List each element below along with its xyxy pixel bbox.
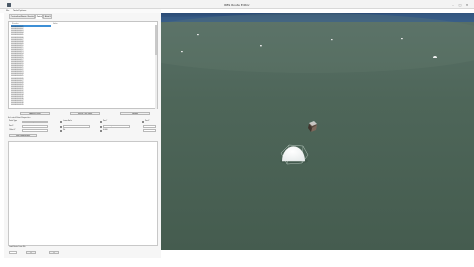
scene-marker[interactable]: [181, 51, 183, 53]
scene-marker[interactable]: [331, 39, 333, 41]
status-button-1[interactable]: 0: [26, 251, 36, 255]
save-field[interactable]: Save: [143, 129, 156, 132]
scene-marker[interactable]: [260, 45, 262, 47]
tab-centreline[interactable]: Centreline/Route (Sections): [9, 14, 35, 19]
offset-z-field[interactable]: 0.00000: [22, 129, 48, 132]
name-checkbox[interactable]: [60, 125, 62, 128]
menu-file[interactable]: File: [6, 10, 9, 12]
dir-checkbox[interactable]: [100, 125, 102, 128]
pos-x-label: Pos X: [9, 125, 14, 127]
scene-marker[interactable]: [197, 34, 199, 36]
window-title: RBS Route Editor: [224, 2, 250, 7]
point-list[interactable]: Number Value 0000000000000000 00000000000…: [8, 21, 158, 109]
dir-flag-checkbox[interactable]: [60, 129, 62, 132]
tour-load-import-button[interactable]: Tour/Load/Import: [9, 133, 37, 137]
list-scrollbar[interactable]: [155, 25, 157, 109]
pos-z-checkbox[interactable]: [142, 121, 144, 123]
delete-point-button[interactable]: Delete This Point: [70, 112, 100, 116]
add-point-button[interactable]: Add/Set Point: [20, 112, 50, 116]
column-header-value[interactable]: Value: [53, 23, 58, 25]
update-button[interactable]: Update: [120, 112, 150, 116]
minimize-button[interactable]: –: [451, 3, 455, 7]
scene-viewport[interactable]: [161, 13, 474, 250]
properties-title: Selected Point Properties: [8, 117, 31, 119]
pos-z-label: Pos Z: [145, 121, 150, 122]
scrollbar-thumb[interactable]: [155, 25, 157, 55]
title-bar: RBS Route Editor – □ ✕: [0, 0, 474, 9]
dir-value-checkbox[interactable]: [100, 129, 102, 132]
status-label: Load Route From File: [9, 247, 26, 248]
close-button[interactable]: ✕: [465, 3, 469, 7]
ground-haze: [161, 13, 474, 73]
maximize-button[interactable]: □: [458, 3, 462, 7]
pos-y-field[interactable]: 0.00000: [63, 125, 90, 128]
status-field-1[interactable]: 0: [9, 251, 17, 254]
tab-blob-data[interactable]: Blob Data: [43, 14, 52, 19]
scene-marker[interactable]: [401, 38, 403, 40]
flag-checkbox[interactable]: [60, 121, 62, 123]
tour-point-panel: [8, 141, 158, 246]
pos-y-label: Pos Y: [103, 121, 108, 122]
dir-value: 0.000: [103, 129, 108, 131]
scene-canvas[interactable]: [161, 13, 474, 250]
pos-x-field[interactable]: 0.00000: [22, 125, 48, 128]
pos-y-checkbox[interactable]: [100, 121, 102, 123]
status-button-2[interactable]: 0: [49, 251, 59, 255]
name-field[interactable]: Name: [143, 125, 156, 128]
list-item[interactable]: 0000000000039: [11, 105, 23, 107]
dir-label: Dir: [63, 129, 66, 131]
menu-tools-options[interactable]: Tools/Options: [13, 10, 26, 12]
type-field[interactable]: Static/Object: [103, 125, 130, 128]
point-type-label: Point Type: [9, 121, 18, 122]
flag-label: Leave As Is: [63, 121, 72, 122]
tab-points[interactable]: Points: [35, 14, 43, 19]
point-type-select[interactable]: Attraction/Object: [22, 120, 48, 124]
offset-z-label: Offset Z: [9, 129, 16, 131]
